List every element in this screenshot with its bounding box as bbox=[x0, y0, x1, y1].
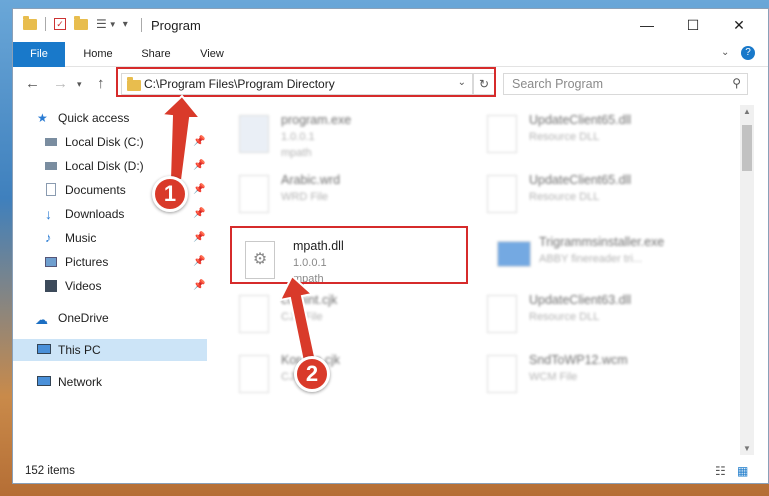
step-badge-2: 2 bbox=[294, 356, 330, 392]
arrow-to-file bbox=[278, 274, 319, 367]
arrow-to-address-bar bbox=[159, 94, 203, 181]
step-badge-1: 1 bbox=[152, 176, 188, 212]
annotation-arrows bbox=[159, 94, 319, 367]
